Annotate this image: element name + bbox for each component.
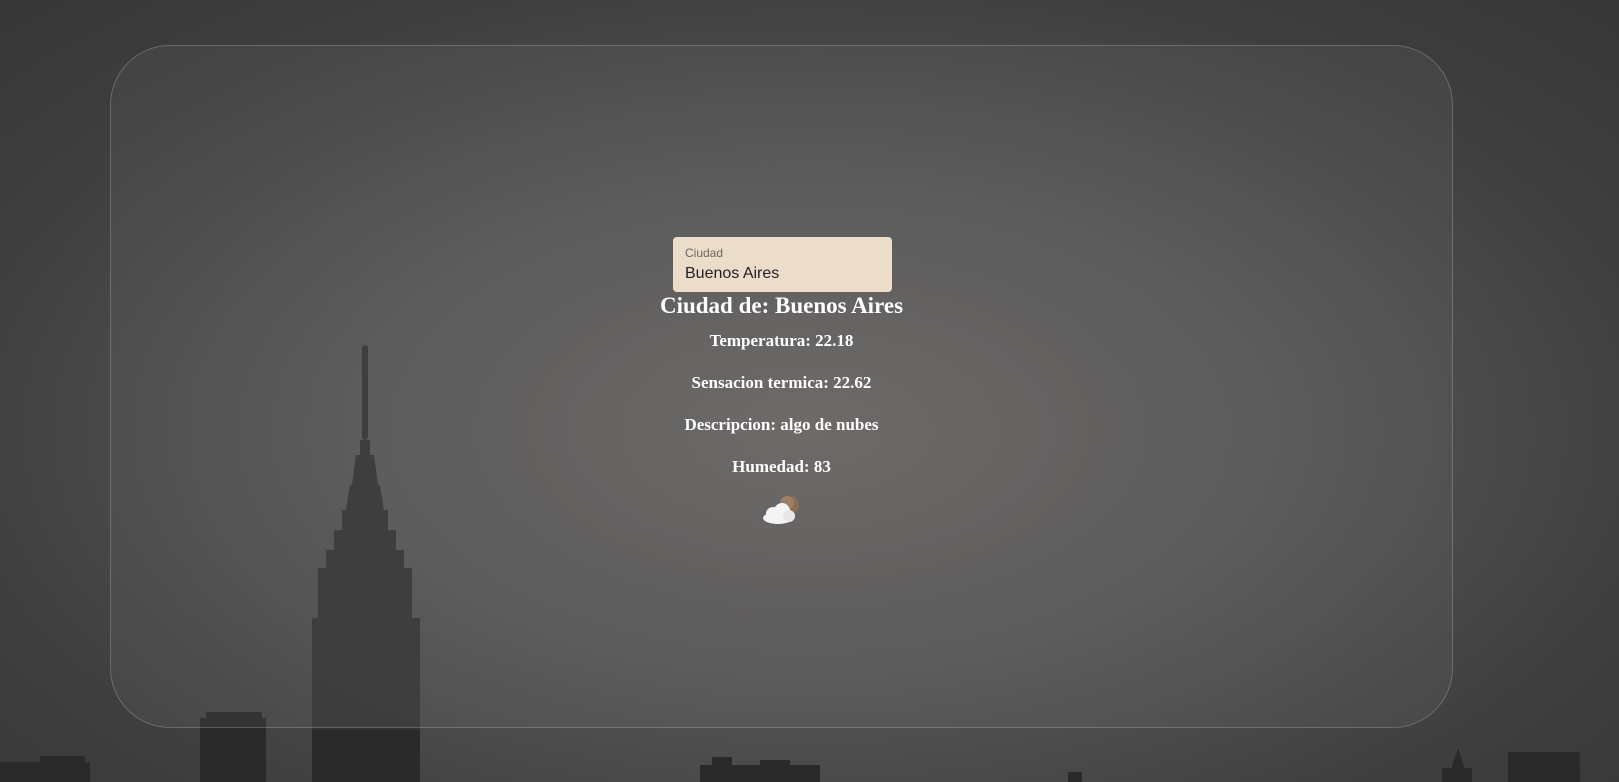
city-input[interactable] [685, 264, 880, 284]
city-heading: Ciudad de: Buenos Aires [659, 293, 904, 318]
city-field-label: Ciudad [685, 246, 724, 260]
temperature-text: Temperatura: 22.18 [709, 331, 854, 350]
humidity-text: Humedad: 83 [732, 457, 831, 476]
cloud-with-moon-icon [763, 496, 799, 524]
feels-like-text: Sensacion termica: 22.62 [691, 373, 872, 392]
description-text: Descripcion: algo de nubes [684, 415, 879, 434]
city-search-field[interactable]: Ciudad [673, 237, 892, 292]
